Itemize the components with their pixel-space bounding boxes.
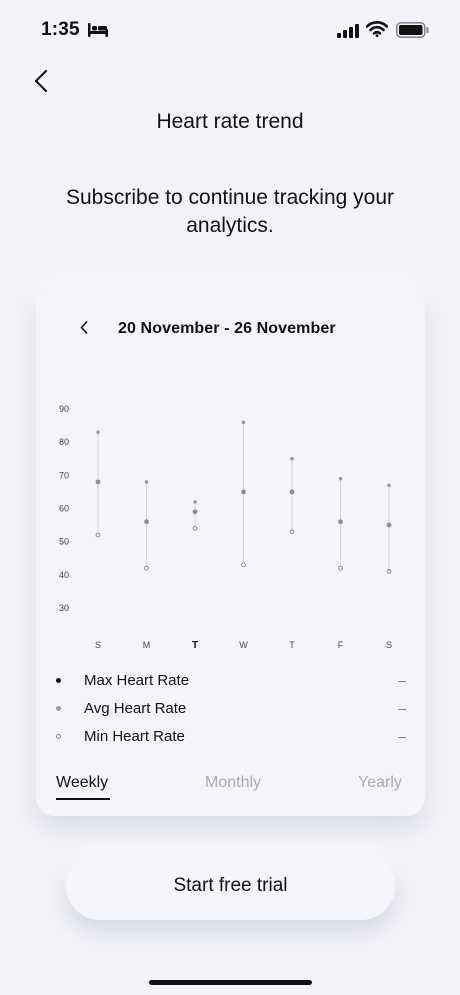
min-dot-icon xyxy=(56,733,61,739)
legend-item-min: Min Heart Rate – xyxy=(56,725,406,747)
avg-dot-icon xyxy=(56,705,61,711)
max-dot-icon xyxy=(56,677,61,683)
x-tick-label: T xyxy=(289,640,295,650)
legend-label: Avg Heart Rate xyxy=(84,699,187,717)
legend-item-avg: Avg Heart Rate – xyxy=(56,697,406,719)
x-tick-label: S xyxy=(386,640,392,650)
max-point xyxy=(193,500,197,504)
screen: 1:35 Heart rate trend Subscribe to conti… xyxy=(0,0,460,995)
legend-label: Max Heart Rate xyxy=(84,671,190,689)
heart-rate-chart: 30 40 50 60 70 80 90 S M T W T F S xyxy=(59,404,392,651)
signal-icon xyxy=(337,24,359,38)
max-point xyxy=(144,480,149,484)
subscribe-message: Subscribe to continue tracking your anal… xyxy=(65,186,394,237)
y-tick-label: 70 xyxy=(59,470,69,480)
min-point xyxy=(386,569,392,574)
status-bar: 1:35 xyxy=(0,0,460,60)
heart-rate-card: 20 November - 26 November 30 40 50 60 70 80 90… xyxy=(36,286,425,816)
min-point xyxy=(338,565,343,571)
min-point xyxy=(192,526,198,531)
min-point xyxy=(289,529,295,535)
status-time: 1:35 xyxy=(41,19,80,40)
avg-point xyxy=(144,519,149,525)
tab-monthly[interactable]: Monthly xyxy=(205,774,261,792)
avg-point xyxy=(95,479,101,485)
x-tick-label: W xyxy=(239,640,248,650)
active-tab-indicator xyxy=(56,798,110,800)
legend-value: – xyxy=(398,672,406,688)
max-point xyxy=(387,483,391,488)
max-point xyxy=(241,420,246,425)
battery-icon xyxy=(396,22,429,38)
y-tick-label: 40 xyxy=(59,570,69,580)
avg-point xyxy=(192,509,198,515)
tab-weekly[interactable]: Weekly xyxy=(56,774,108,792)
x-tick-label: T xyxy=(192,640,198,651)
x-tick-label: M xyxy=(143,640,151,650)
avg-point xyxy=(289,489,295,495)
chevron-left-icon xyxy=(34,69,48,93)
y-tick-label: 30 xyxy=(59,603,69,613)
back-button[interactable] xyxy=(26,66,56,96)
y-tick-label: 60 xyxy=(59,504,69,514)
y-tick-label: 50 xyxy=(59,537,69,547)
y-tick-label: 80 xyxy=(59,437,69,447)
avg-point xyxy=(386,522,392,528)
bed-icon xyxy=(88,23,108,37)
x-tick-label: S xyxy=(95,640,101,650)
start-free-trial-button[interactable]: Start free trial xyxy=(66,852,395,920)
max-point xyxy=(96,430,100,435)
legend-label: Min Heart Rate xyxy=(84,727,185,745)
x-tick-label: F xyxy=(338,640,344,650)
min-point xyxy=(95,532,101,538)
min-point xyxy=(241,562,246,568)
home-indicator xyxy=(149,980,312,985)
legend-value: – xyxy=(398,700,406,716)
min-point xyxy=(144,565,149,571)
legend-value: – xyxy=(398,728,406,744)
wifi-icon xyxy=(366,21,388,37)
max-point xyxy=(290,456,294,461)
avg-point xyxy=(241,489,246,495)
tab-yearly[interactable]: Yearly xyxy=(358,774,402,792)
avg-point xyxy=(338,519,343,525)
max-point xyxy=(338,476,343,481)
page-title: Heart rate trend xyxy=(156,110,304,133)
y-tick-label: 90 xyxy=(59,404,69,414)
legend-item-max: Max Heart Rate – xyxy=(56,669,406,691)
